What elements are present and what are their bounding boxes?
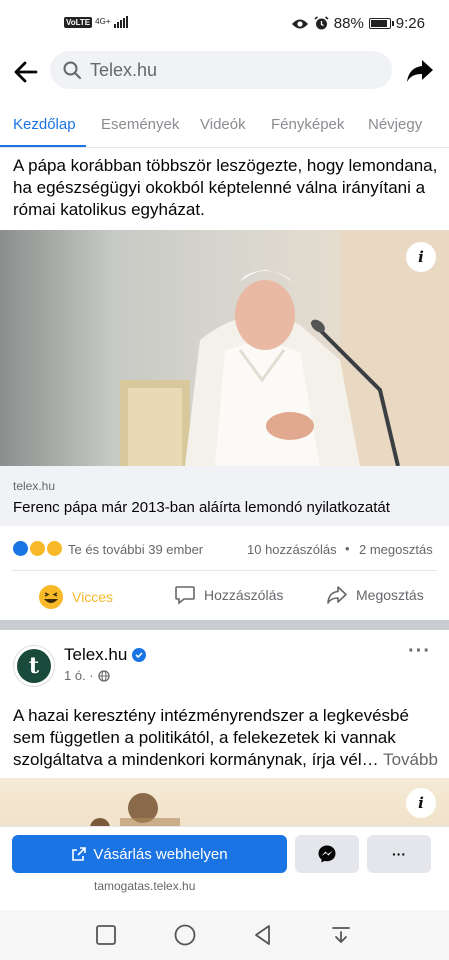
link-domain: telex.hu <box>13 479 56 493</box>
cta-more-button[interactable]: ··· <box>367 835 431 873</box>
post-separator <box>0 620 449 630</box>
comment-icon <box>175 586 195 605</box>
recents-button[interactable] <box>94 923 118 947</box>
share-icon <box>327 586 347 604</box>
tab-esemenyek[interactable]: Események <box>101 116 179 133</box>
post-image[interactable]: i <box>0 230 449 466</box>
signal-icon <box>113 16 128 28</box>
link-preview[interactable]: telex.hu Ferenc pápa már 2013-ban aláírt… <box>0 466 449 526</box>
see-more-link[interactable]: Tovább <box>383 750 438 769</box>
search-icon <box>63 61 81 79</box>
page-tabs: Kezdőlap Események Videók Fényképek Névj… <box>0 100 449 148</box>
active-tab-indicator <box>0 145 86 147</box>
share-arrow-icon <box>407 60 433 82</box>
comment-button[interactable]: Hozzászólás <box>174 584 283 606</box>
separator-dot: • <box>345 541 350 556</box>
tab-videok[interactable]: Videók <box>200 116 246 133</box>
cta-bar: Vásárlás webhelyen ··· tamogatas.telex.h… <box>0 826 449 910</box>
shares-count[interactable]: 2 megosztás <box>359 542 433 557</box>
square-icon <box>96 925 116 945</box>
avatar[interactable]: t <box>13 645 55 687</box>
alarm-icon <box>314 16 329 30</box>
tab-kezdolap[interactable]: Kezdőlap <box>13 116 76 133</box>
pope-photo-illustration <box>120 230 449 466</box>
pull-down-icon <box>332 927 350 944</box>
info-button[interactable]: i <box>406 242 436 272</box>
comments-count[interactable]: 10 hozzászólás <box>247 542 337 557</box>
link-title: Ferenc pápa már 2013-ban aláírta lemondó… <box>13 499 390 516</box>
battery-percent: 88% <box>333 15 364 32</box>
shop-website-button[interactable]: Vásárlás webhelyen <box>12 835 287 873</box>
shop-website-label: Vásárlás webhelyen <box>93 845 228 863</box>
react-button[interactable]: Vicces <box>38 584 113 610</box>
status-right: 88% 9:26 <box>291 15 425 32</box>
page-name[interactable]: Telex.hu <box>64 645 147 665</box>
clock: 9:26 <box>395 15 425 32</box>
back-button[interactable] <box>10 56 42 88</box>
globe-icon <box>97 669 110 682</box>
comment-label: Hozzászólás <box>204 587 284 603</box>
home-button[interactable] <box>173 923 197 947</box>
divider <box>12 570 437 571</box>
page-name-label: Telex.hu <box>64 645 128 664</box>
post-timestamp[interactable]: 1 ó. · <box>64 668 110 683</box>
info-icon: i <box>418 794 424 812</box>
tab-fenykepek[interactable]: Fényképek <box>271 116 344 133</box>
top-bar: Telex.hu <box>0 48 449 96</box>
cta-url: tamogatas.telex.hu <box>94 879 196 893</box>
telex-logo: t <box>17 649 51 683</box>
status-bar: VoLTE 4G+ 88% 9:26 <box>0 0 449 48</box>
search-input[interactable]: Telex.hu <box>50 51 392 89</box>
reactions-text[interactable]: Te és további 39 ember <box>68 542 203 557</box>
share-button[interactable]: Megosztás <box>326 584 424 606</box>
messenger-button[interactable] <box>295 835 359 873</box>
wow-reaction-icon <box>46 540 63 557</box>
network-type: 4G+ <box>95 17 111 26</box>
tab-nevjegy[interactable]: Névjegy <box>368 116 422 133</box>
search-text: Telex.hu <box>90 59 158 80</box>
external-link-icon <box>72 847 87 861</box>
circle-icon <box>174 924 196 946</box>
arrow-left-icon <box>14 61 38 83</box>
volte-badge: VoLTE <box>64 16 93 28</box>
like-reaction-icon <box>12 540 29 557</box>
eye-icon <box>291 19 308 28</box>
info-icon: i <box>418 248 424 266</box>
react-label: Vicces <box>72 589 113 605</box>
post-more-button[interactable]: ··· <box>408 640 431 663</box>
info-button-2[interactable]: i <box>406 788 436 818</box>
verified-badge-icon <box>132 648 147 662</box>
haha-emoji-icon <box>39 585 63 609</box>
share-page-button[interactable] <box>405 56 435 86</box>
reactions-summary[interactable]: Te és további 39 ember 10 hozzászólás • … <box>0 536 449 564</box>
share-label: Megosztás <box>356 587 424 603</box>
triangle-back-icon <box>255 925 270 945</box>
battery-icon <box>368 18 394 29</box>
post-text: A pápa korábban többször leszögezte, hog… <box>13 156 438 219</box>
back-nav-button[interactable] <box>251 923 275 947</box>
haha-reaction-icon <box>29 540 46 557</box>
messenger-icon <box>318 845 336 863</box>
system-nav-bar <box>0 910 449 960</box>
notification-pull-button[interactable] <box>329 923 353 947</box>
post-actions: Vicces Hozzászólás Megosztás <box>0 578 449 618</box>
post-body: A hazai keresztény intézményrendszer a l… <box>13 706 409 769</box>
status-left: VoLTE 4G+ <box>64 16 128 28</box>
post-time-label: 1 ó. · <box>64 668 94 683</box>
post-text-2: A hazai keresztény intézményrendszer a l… <box>13 705 443 771</box>
